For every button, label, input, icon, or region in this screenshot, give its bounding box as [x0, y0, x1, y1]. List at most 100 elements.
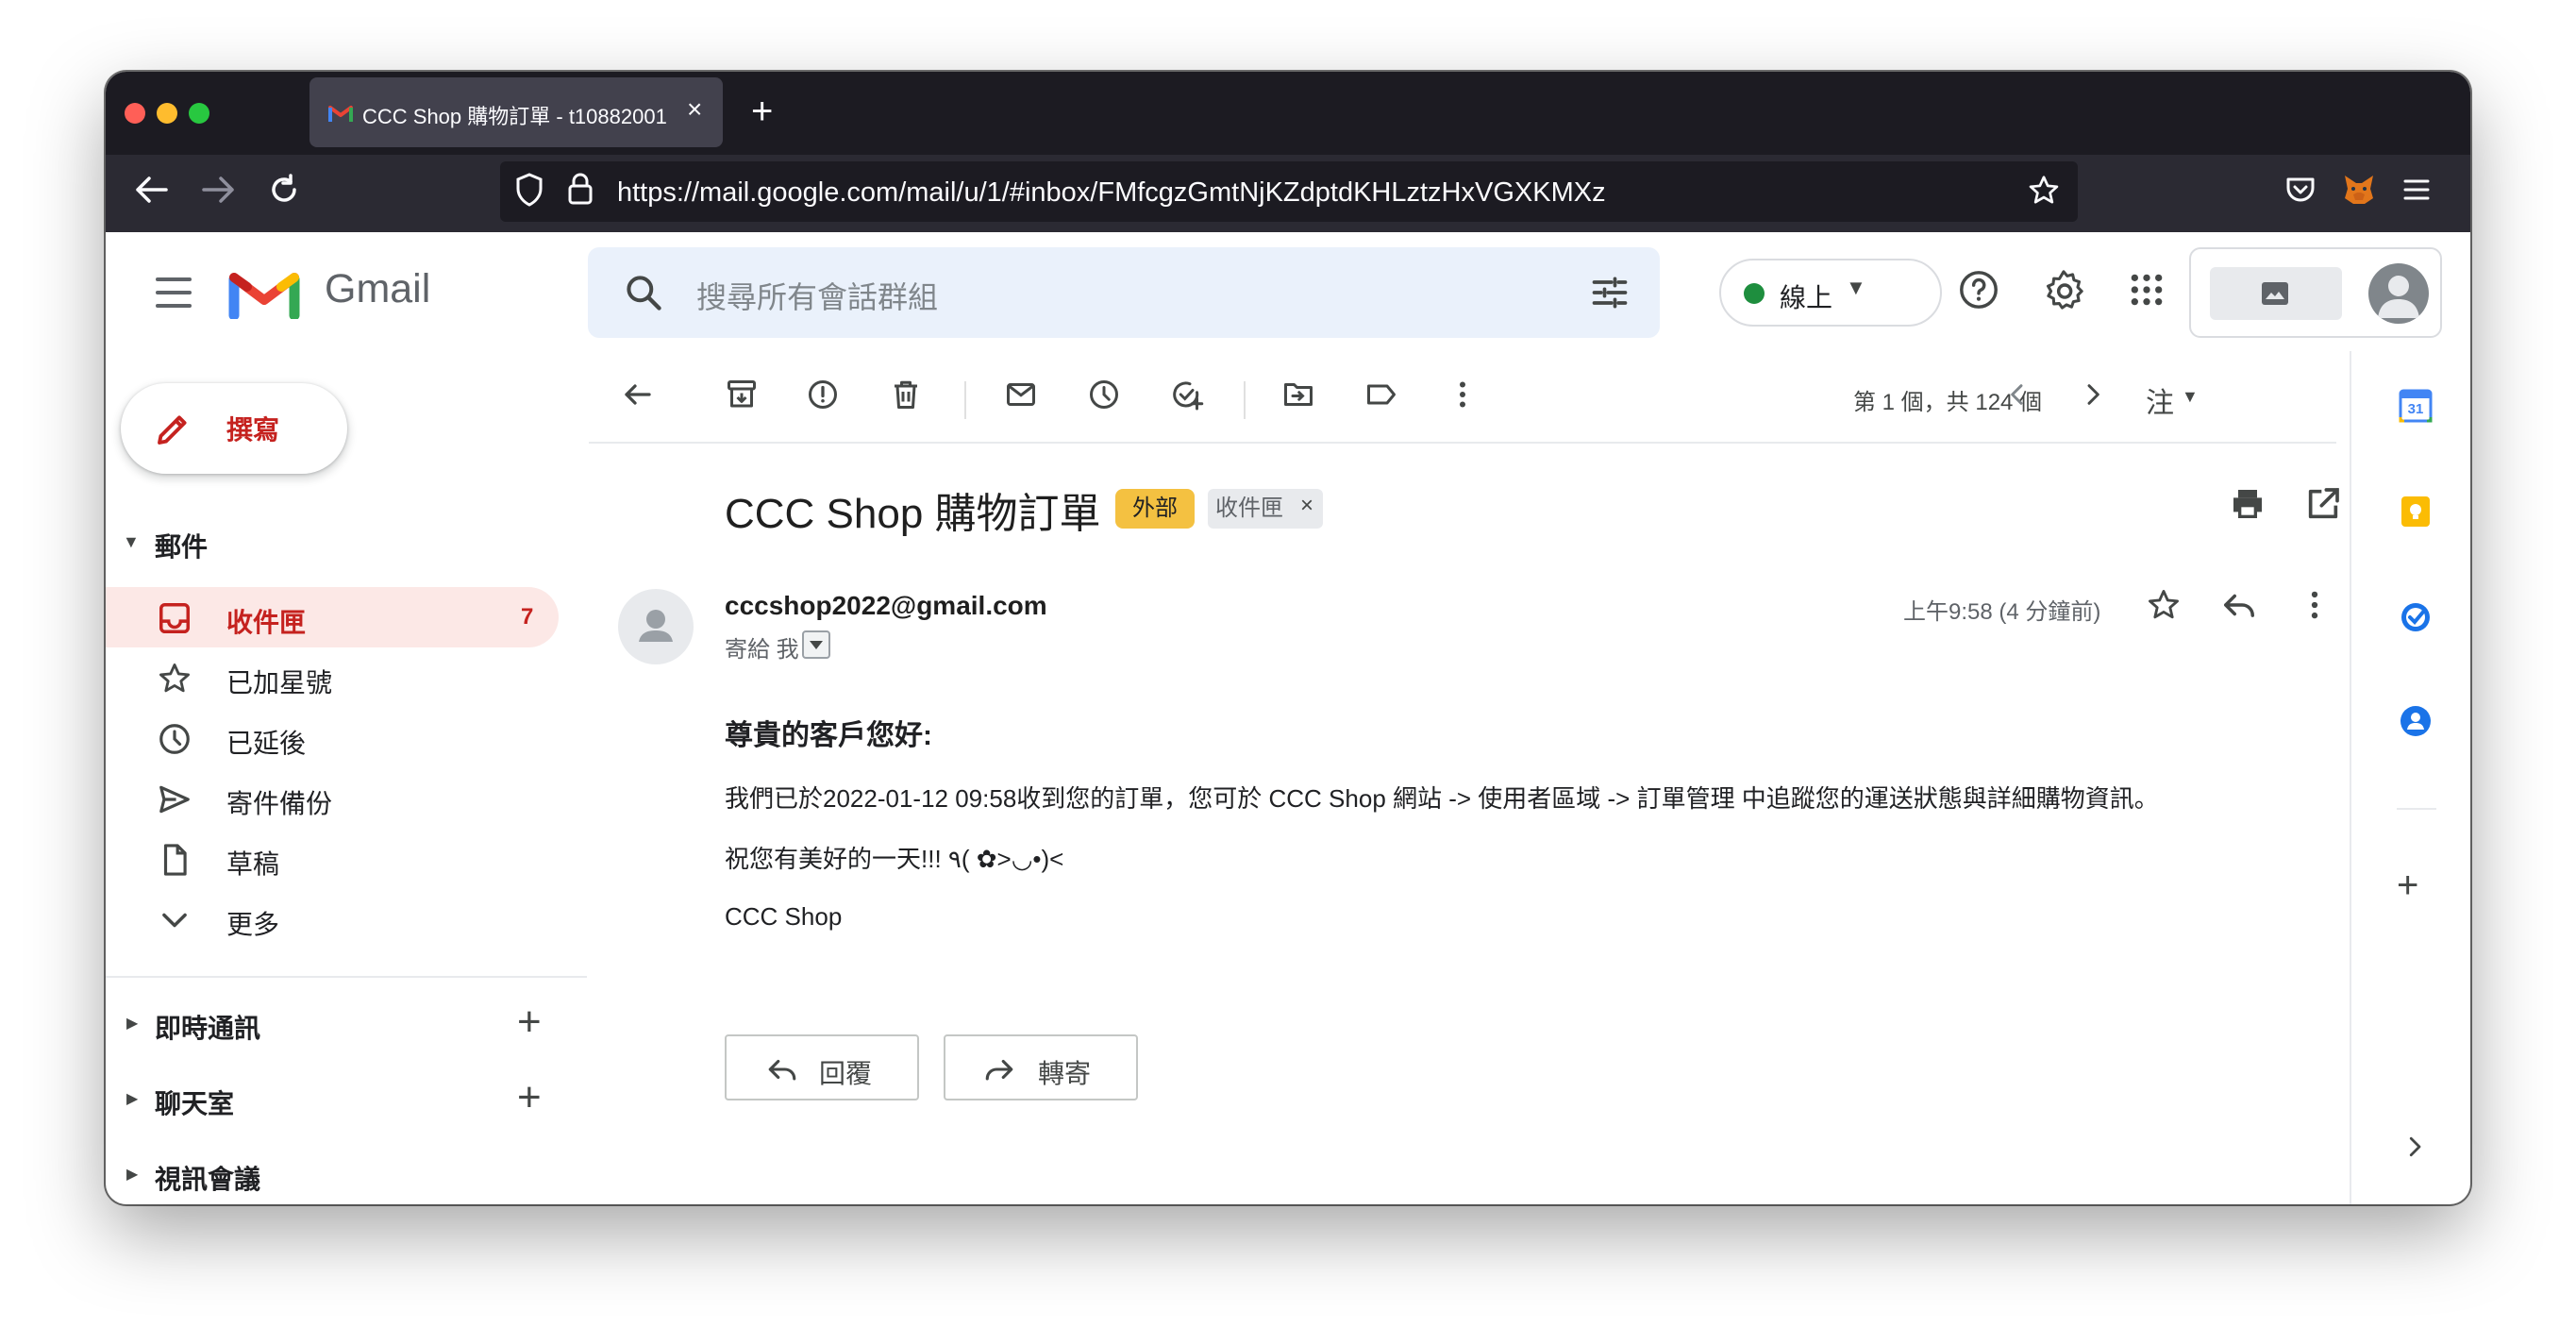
- side-panel-divider: [2350, 351, 2351, 1204]
- pocket-icon[interactable]: [2285, 176, 2316, 204]
- back-to-inbox-icon[interactable]: [621, 378, 655, 412]
- calendar-app-icon[interactable]: 31: [2399, 389, 2433, 423]
- message-subject: CCC Shop 購物訂單: [725, 491, 1101, 537]
- recipient-text: 寄給 我: [725, 637, 799, 663]
- draft-icon: [157, 842, 192, 878]
- more-actions-icon[interactable]: [1446, 378, 1480, 412]
- sidebar-item-label: 草稿: [226, 849, 280, 879]
- caret-down-icon[interactable]: ▼: [1846, 276, 1866, 300]
- shield-icon[interactable]: [515, 173, 544, 207]
- report-spam-icon[interactable]: [806, 378, 840, 412]
- remove-label-icon[interactable]: ×: [1300, 493, 1313, 519]
- search-input[interactable]: 搜尋所有會話群組: [696, 274, 938, 317]
- browser-window: CCC Shop 購物訂單 - t10882001 × + https://ma…: [106, 72, 2470, 1204]
- older-chevron-left-icon[interactable]: [2002, 379, 2032, 410]
- add-room-icon[interactable]: +: [517, 1074, 542, 1121]
- tasks-app-icon[interactable]: [2399, 600, 2433, 634]
- sidebar-item-label: 已延後: [226, 729, 307, 758]
- send-icon: [157, 781, 192, 817]
- keep-app-icon[interactable]: [2399, 495, 2433, 529]
- reload-icon[interactable]: [268, 174, 300, 206]
- star-message-icon[interactable]: [2146, 587, 2182, 623]
- expand-caret-icon[interactable]: ▶: [126, 1089, 138, 1108]
- tab-close-icon[interactable]: ×: [687, 94, 702, 125]
- expand-caret-icon[interactable]: ▶: [126, 1165, 138, 1184]
- collapse-caret-icon[interactable]: ▼: [123, 532, 140, 552]
- sender-email[interactable]: cccshop2022@gmail.com: [725, 591, 1047, 621]
- clock-icon: [157, 721, 192, 757]
- message-more-icon[interactable]: [2297, 587, 2333, 623]
- show-side-panel-chevron-icon[interactable]: [2400, 1133, 2429, 1161]
- reply-icon[interactable]: [2221, 587, 2257, 623]
- minimize-window-button[interactable]: [157, 103, 177, 124]
- sidebar-divider: [106, 976, 587, 978]
- sidebar-item-label: 寄件備份: [226, 789, 333, 818]
- message-wish: 祝您有美好的一天!!! ٩( ✿>◡•)<: [725, 845, 1064, 873]
- meet-section-header[interactable]: 視訊會議: [155, 1159, 260, 1197]
- menu-icon[interactable]: [2402, 177, 2431, 202]
- newer-chevron-right-icon[interactable]: [2078, 379, 2108, 410]
- forward-icon[interactable]: [202, 176, 236, 204]
- star-icon: [157, 661, 192, 697]
- print-icon[interactable]: [2229, 485, 2267, 523]
- toolbar-separator: [964, 381, 966, 419]
- reply-arrow-icon: [766, 1053, 798, 1085]
- bookmark-star-icon[interactable]: [2027, 174, 2061, 208]
- sidebar-item-label: 更多: [226, 910, 280, 939]
- toolbar-separator: [1244, 381, 1246, 419]
- gmail-favicon: [328, 103, 353, 122]
- mark-unread-icon[interactable]: [1004, 378, 1038, 412]
- snooze-clock-icon[interactable]: [1087, 378, 1121, 412]
- chevron-down-icon: [157, 902, 192, 938]
- toolbar-divider: [589, 442, 2336, 444]
- help-icon[interactable]: [1957, 268, 2000, 311]
- open-in-new-window-icon[interactable]: [2304, 485, 2342, 523]
- search-options-icon[interactable]: [1589, 272, 1631, 313]
- account-avatar[interactable]: [2368, 263, 2429, 324]
- forward-label: 轉寄: [1038, 1059, 1092, 1088]
- forward-arrow-icon: [983, 1053, 1015, 1085]
- add-chat-icon[interactable]: +: [517, 999, 542, 1046]
- input-tools-button[interactable]: 注: [2146, 379, 2174, 421]
- gmail-logo-text[interactable]: Gmail: [325, 266, 430, 312]
- lock-icon[interactable]: [568, 172, 593, 206]
- close-window-button[interactable]: [125, 103, 145, 124]
- back-icon[interactable]: [134, 176, 168, 204]
- show-details-button[interactable]: [802, 630, 830, 659]
- chat-section-header[interactable]: 即時通訊: [155, 1008, 260, 1046]
- compose-label[interactable]: 撰寫: [226, 410, 279, 447]
- rooms-section-header[interactable]: 聊天室: [155, 1084, 234, 1121]
- new-tab-button[interactable]: +: [751, 91, 773, 133]
- message-time: 上午9:58 (4 分鐘前): [1903, 599, 2101, 625]
- expand-caret-icon[interactable]: ▶: [126, 1014, 138, 1033]
- details-caret-icon: [810, 641, 823, 649]
- search-icon[interactable]: [623, 272, 664, 313]
- sidebar-item-label: 收件匣: [226, 608, 307, 637]
- status-label[interactable]: 線上: [1780, 277, 1832, 315]
- url-text[interactable]: https://mail.google.com/mail/u/1/#inbox/…: [617, 177, 1606, 209]
- delete-trash-icon[interactable]: [889, 378, 923, 412]
- settings-gear-icon[interactable]: [2042, 268, 2085, 311]
- pencil-icon: [153, 410, 192, 449]
- tab-title: CCC Shop 購物訂單 - t10882001: [362, 105, 667, 128]
- gmail-logo-icon[interactable]: [228, 266, 300, 319]
- message-signature: CCC Shop: [725, 902, 843, 931]
- inbox-icon: [157, 600, 192, 636]
- archive-icon[interactable]: [725, 378, 759, 412]
- sender-avatar[interactable]: [618, 589, 694, 664]
- main-menu-icon[interactable]: [147, 276, 200, 313]
- apps-grid-icon[interactable]: [2129, 272, 2165, 308]
- contacts-app-icon[interactable]: [2399, 704, 2433, 738]
- zoom-window-button[interactable]: [189, 103, 209, 124]
- move-to-folder-icon[interactable]: [1281, 378, 1315, 412]
- get-addons-icon[interactable]: +: [2397, 865, 2418, 907]
- input-tools-caret-icon[interactable]: ▼: [2182, 387, 2199, 407]
- message-greeting: 尊貴的客戶您好:: [725, 720, 932, 751]
- label-tag-icon[interactable]: [1364, 378, 1398, 412]
- side-panel-separator: [2397, 808, 2436, 810]
- calendar-day: 31: [2407, 401, 2424, 417]
- metamask-icon[interactable]: [2342, 174, 2376, 206]
- reply-label: 回覆: [819, 1059, 873, 1088]
- add-to-tasks-icon[interactable]: [1170, 378, 1204, 412]
- mail-section-header[interactable]: 郵件: [155, 527, 208, 564]
